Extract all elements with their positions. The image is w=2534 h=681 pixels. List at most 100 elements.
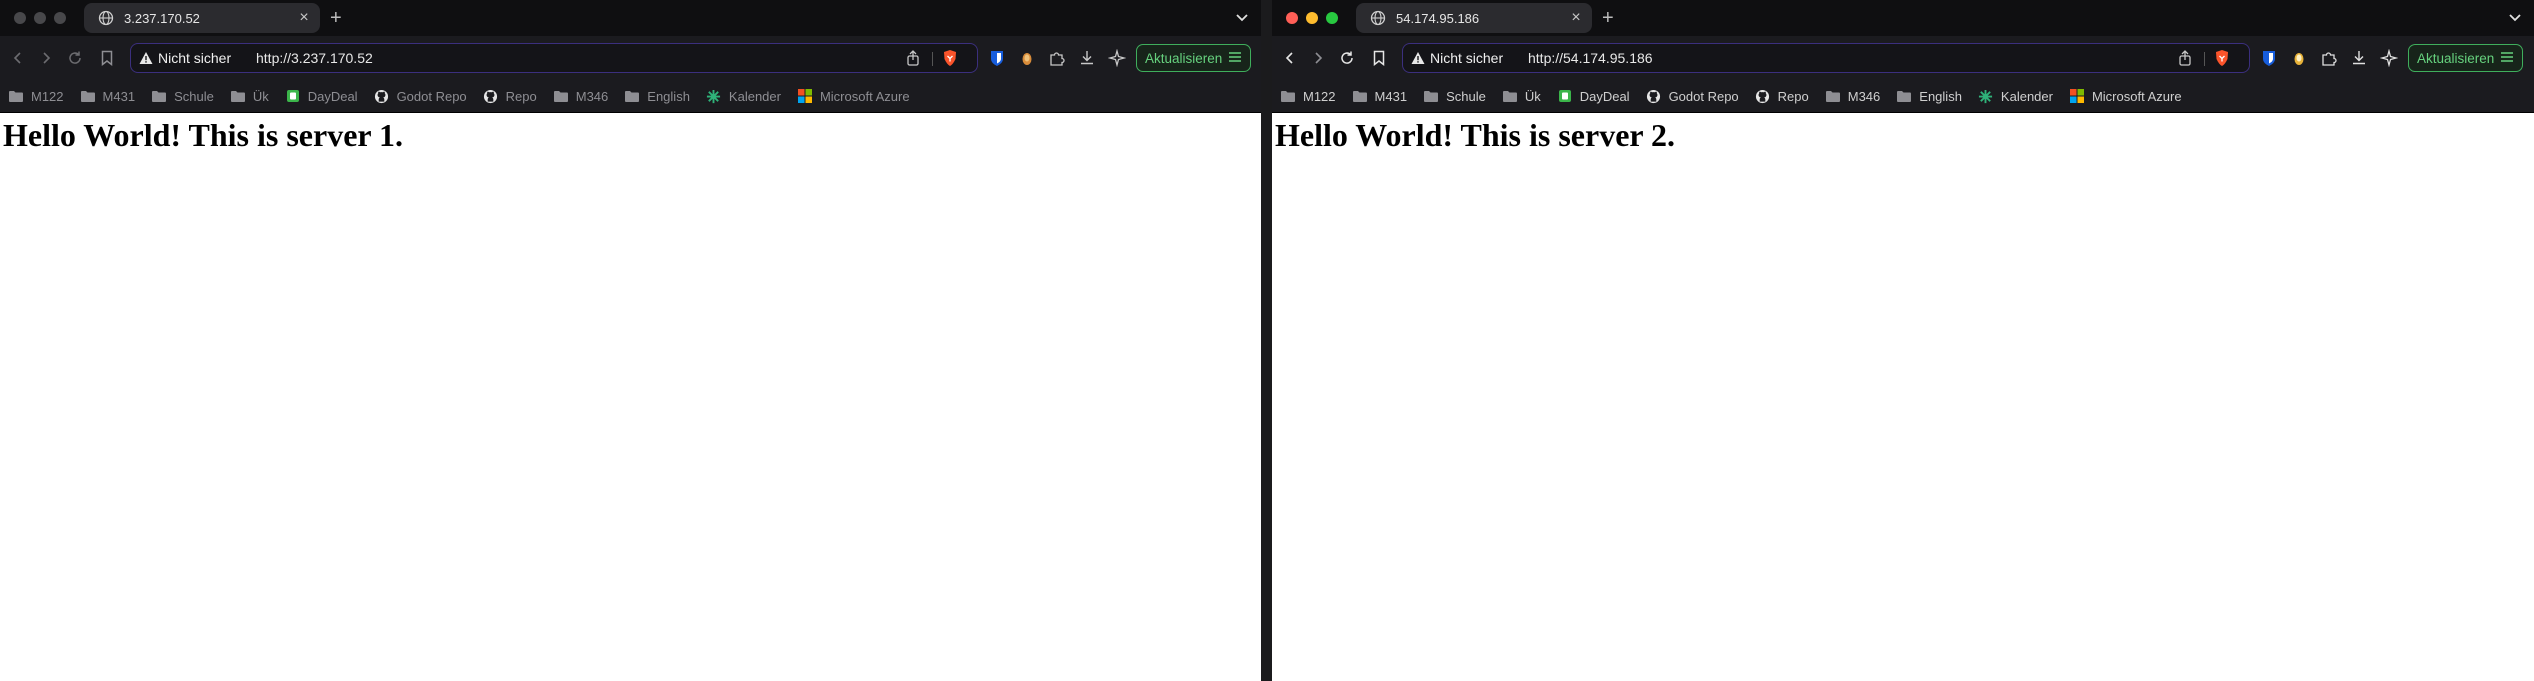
browser-window-2: 54.174.95.186 × + Nicht sicher http://54… [1272, 0, 2534, 681]
brave-shields-icon[interactable] [941, 49, 959, 67]
back-button[interactable] [1280, 48, 1300, 68]
folder-icon [1423, 89, 1439, 103]
chevron-down-icon[interactable] [2506, 8, 2524, 26]
github-icon [483, 89, 499, 103]
desktop: 3.237.170.52 × + Nicht sicher http://3.2… [0, 0, 2534, 681]
reload-button[interactable] [65, 48, 85, 68]
close-window-button[interactable] [1286, 12, 1298, 24]
bookmark-label: Ük [252, 88, 269, 104]
globe-icon [1370, 10, 1386, 26]
forward-button[interactable] [36, 48, 56, 68]
address-bar[interactable]: Nicht sicher http://3.237.170.52 [130, 43, 978, 73]
bookmark-item[interactable]: English [1896, 89, 1962, 104]
folder-icon [8, 89, 24, 103]
bookmark-item[interactable]: Kalender [706, 89, 781, 104]
leo-ai-icon[interactable] [2379, 48, 2399, 68]
page-content: Hello World! This is server 1. [0, 113, 1261, 681]
browser-window-1: 3.237.170.52 × + Nicht sicher http://3.2… [0, 0, 1261, 681]
download-icon[interactable] [2350, 49, 2368, 67]
close-window-button[interactable] [14, 12, 26, 24]
update-button[interactable]: Aktualisieren [1136, 44, 1252, 72]
share-icon[interactable] [905, 50, 921, 66]
bookmark-item[interactable]: Microsoft Azure [2069, 89, 2182, 104]
page-content: Hello World! This is server 2. [1272, 113, 2534, 681]
zoom-window-button[interactable] [1326, 12, 1338, 24]
bookmark-label: English [1919, 88, 1962, 104]
puzzle-icon[interactable] [1048, 49, 1066, 67]
bitwarden-icon[interactable] [988, 49, 1006, 67]
bookmark-label: Godot Repo [1668, 88, 1739, 104]
security-label[interactable]: Nicht sicher [1430, 50, 1503, 66]
brave-shields-icon[interactable] [2213, 49, 2231, 67]
back-button[interactable] [8, 48, 28, 68]
bookmark-label: M122 [31, 88, 64, 104]
bookmark-item[interactable]: English [624, 89, 690, 104]
bookmark-item[interactable]: Schule [1423, 89, 1486, 104]
navigation-toolbar: Nicht sicher http://3.237.170.52 Aktuali… [0, 36, 1261, 80]
bitwarden-icon[interactable] [2260, 49, 2278, 67]
bookmark-icon[interactable] [1369, 48, 1389, 68]
bookmark-item[interactable]: M346 [553, 89, 608, 104]
navigation-toolbar: Nicht sicher http://54.174.95.186 Aktual… [1272, 36, 2534, 80]
bookmark-item[interactable]: Ük [1502, 89, 1541, 104]
bookmark-item[interactable]: DayDeal [1557, 89, 1630, 104]
reload-button[interactable] [1337, 48, 1357, 68]
update-button[interactable]: Aktualisieren [2408, 44, 2524, 72]
bookmark-label: Microsoft Azure [819, 88, 910, 104]
bookmark-item[interactable]: M431 [80, 89, 135, 104]
folder-icon [1825, 89, 1841, 103]
zoom-window-button[interactable] [54, 12, 66, 24]
bookmark-item[interactable]: Godot Repo [374, 89, 467, 104]
bookmark-label: English [647, 88, 690, 104]
leo-ai-icon[interactable] [1107, 48, 1127, 68]
close-tab-icon[interactable]: × [294, 9, 314, 27]
github-icon [1755, 89, 1771, 103]
bookmark-item[interactable]: Microsoft Azure [797, 89, 910, 104]
bookmark-item[interactable]: M122 [1280, 89, 1336, 104]
minimize-window-button[interactable] [1306, 12, 1318, 24]
bookmarks-bar: M122 M431 Schule Ük DayDeal Godot Repo Repo M34… [0, 80, 1261, 113]
new-tab-button[interactable]: + [1602, 6, 1614, 30]
bookmark-label: DayDeal [307, 88, 358, 104]
bookmark-item[interactable]: Ük [230, 89, 269, 104]
update-button-label: Aktualisieren [1145, 50, 1223, 66]
bookmark-icon[interactable] [97, 48, 117, 68]
tab-active[interactable]: 54.174.95.186 × [1356, 3, 1592, 33]
address-bar[interactable]: Nicht sicher http://54.174.95.186 [1402, 43, 2250, 73]
folder-icon [1896, 89, 1912, 103]
bookmark-item[interactable]: Kalender [1978, 89, 2053, 104]
close-tab-icon[interactable]: × [1566, 9, 1586, 27]
chevron-down-icon[interactable] [1233, 8, 1251, 26]
forward-button[interactable] [1308, 48, 1328, 68]
tab-active[interactable]: 3.237.170.52 × [84, 3, 320, 33]
folder-icon [151, 89, 167, 103]
security-label[interactable]: Nicht sicher [158, 50, 231, 66]
extension-icon[interactable] [1018, 49, 1036, 67]
bookmarks-bar: M122 M431 Schule Ük DayDeal Godot Repo Repo M34… [1272, 80, 2534, 113]
new-tab-button[interactable]: + [330, 6, 342, 30]
folder-icon [624, 89, 640, 103]
folder-icon [553, 89, 569, 103]
bookmark-item[interactable]: M346 [1825, 89, 1880, 104]
folder-icon [230, 89, 246, 103]
minimize-window-button[interactable] [34, 12, 46, 24]
bookmark-item[interactable]: M122 [8, 89, 64, 104]
page-heading: Hello World! This is server 1. [3, 117, 404, 153]
share-icon[interactable] [2177, 50, 2193, 66]
bookmark-item[interactable]: Repo [1755, 89, 1809, 104]
bookmark-item[interactable]: Repo [483, 89, 537, 104]
tab-title: 3.237.170.52 [124, 10, 200, 26]
url-text[interactable]: http://54.174.95.186 [1528, 50, 1653, 66]
bookmark-label: Schule [1446, 88, 1486, 104]
tab-bar: 3.237.170.52 × + [0, 0, 1261, 36]
microsoft-icon [2069, 89, 2085, 103]
download-icon[interactable] [1078, 49, 1096, 67]
extension-icon[interactable] [2290, 49, 2308, 67]
bookmark-item[interactable]: M431 [1352, 89, 1407, 104]
bookmark-item[interactable]: Schule [151, 89, 214, 104]
divider [2204, 52, 2205, 66]
puzzle-icon[interactable] [2320, 49, 2338, 67]
bookmark-item[interactable]: Godot Repo [1646, 89, 1739, 104]
bookmark-item[interactable]: DayDeal [285, 89, 358, 104]
url-text[interactable]: http://3.237.170.52 [256, 50, 373, 66]
